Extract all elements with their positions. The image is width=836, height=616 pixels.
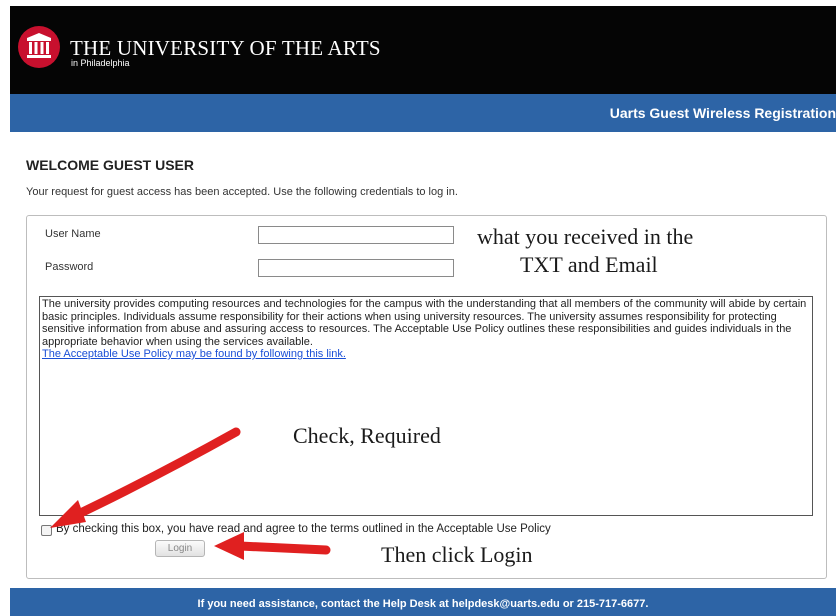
credentials-note-line2: TXT and Email [520, 252, 658, 277]
agree-label: By checking this box, you have read and … [56, 523, 551, 535]
help-text: If you need assistance, contact the Help… [197, 598, 649, 610]
agree-checkbox[interactable] [41, 525, 52, 536]
brand-subtitle: in Philadelphia [71, 58, 130, 68]
login-note: Then click Login [381, 542, 533, 567]
password-label: Password [45, 261, 94, 273]
login-button[interactable]: Login [155, 540, 205, 557]
policy-text: The university provides computing resour… [42, 298, 807, 348]
credentials-note-line1: what you received in the [477, 224, 694, 249]
check-required-note: Check, Required [293, 423, 441, 448]
username-label: User Name [45, 228, 101, 240]
columns-icon [18, 26, 60, 68]
policy-link[interactable]: The Acceptable Use Policy may be found b… [42, 348, 346, 360]
title-banner: Uarts Guest Wireless Registration [10, 94, 836, 132]
username-field[interactable] [258, 226, 454, 244]
policy-textarea[interactable]: The university provides computing resour… [39, 296, 813, 516]
welcome-heading: WELCOME GUEST USER [26, 157, 195, 173]
login-form: User Name Password what you received in … [26, 215, 827, 579]
page-title: Uarts Guest Wireless Registration [609, 105, 836, 121]
header-bar: THE UNIVERSITY OF THE ARTS in Philadelph… [10, 6, 836, 94]
intro-text: Your request for guest access has been a… [26, 186, 458, 198]
password-field[interactable] [258, 259, 454, 277]
footer-bar: If you need assistance, contact the Help… [10, 588, 836, 616]
